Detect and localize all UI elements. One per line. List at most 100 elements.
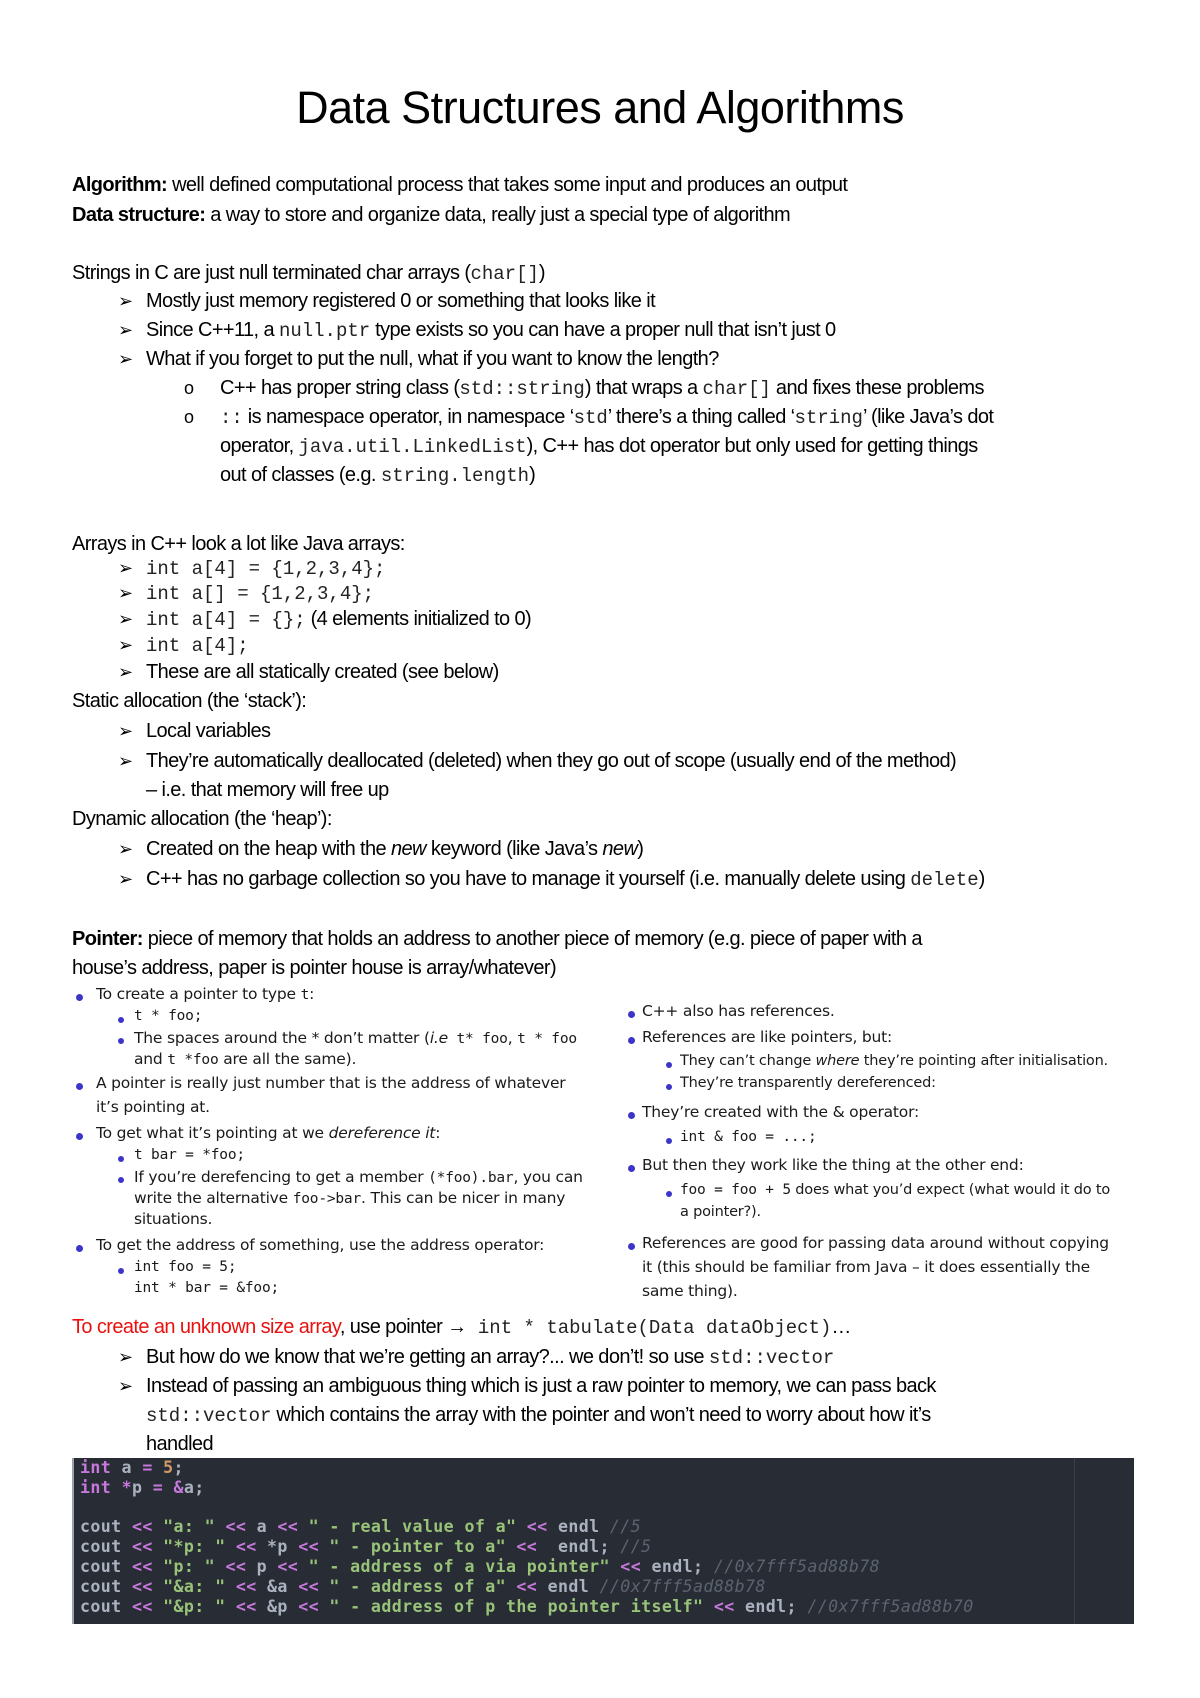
code-var: a — [246, 1517, 278, 1536]
slide-item: C++ also has references. — [642, 1002, 835, 1020]
arrow-bullet-icon: ➢ — [118, 1347, 134, 1367]
code-cout: cout — [80, 1597, 122, 1616]
inline-code: int a[4] = {1,2,3,4}; — [146, 558, 386, 580]
code-operator: << — [298, 1577, 330, 1596]
definition-text: well defined computational process that … — [167, 174, 848, 196]
emphasis: new — [602, 838, 638, 860]
text: is namespace operator, in namespace ‘ — [242, 406, 574, 428]
code-string: " - address of a via pointer" — [308, 1557, 610, 1576]
slide-item: To get the address of something, use the… — [96, 1236, 545, 1254]
document-page: Data Structures and Algorithms Algorithm… — [0, 0, 1200, 1698]
arrow-bullet-icon: ➢ — [118, 1376, 134, 1396]
code-var: a — [111, 1458, 143, 1477]
text: , — [507, 1029, 518, 1047]
term-algorithm: Algorithm: — [72, 174, 168, 196]
slide-subitem-continued: write the alternative foo->bar. This can… — [134, 1189, 565, 1207]
editor-gutter-line — [1074, 1458, 1075, 1624]
code-number: 5 — [163, 1458, 174, 1477]
right-arrow-icon: → — [447, 1316, 467, 1338]
text: C++ has no garbage collection so you hav… — [146, 868, 911, 890]
text: : — [309, 985, 315, 1003]
bullet-dot-icon — [76, 994, 83, 1001]
code-comment: //5 — [609, 1537, 652, 1556]
code-var: *p — [256, 1537, 299, 1556]
slide-item-continued: it’s pointing at. — [96, 1098, 210, 1116]
list-item: But how do we know that we’re getting an… — [146, 1346, 834, 1369]
bullet-dot-icon — [628, 1112, 635, 1119]
code-cout: cout — [80, 1537, 122, 1556]
bullet-dot-icon — [628, 1011, 635, 1018]
code-operator: << — [609, 1557, 642, 1576]
pointer-definition-continued: house’s address, paper is pointer house … — [72, 957, 557, 979]
page-title: Data Structures and Algorithms — [296, 82, 904, 133]
slide-subitem: t * foo; — [134, 1008, 203, 1024]
list-item: int a[4] = {1,2,3,4}; — [146, 557, 385, 580]
arrow-bullet-icon: ➢ — [118, 721, 134, 741]
code-operator: = — [142, 1458, 153, 1477]
text: ) — [529, 464, 536, 486]
list-item: These are all statically created (see be… — [146, 661, 499, 683]
list-item: What if you forget to put the null, what… — [146, 348, 719, 370]
bullet-dot-icon — [666, 1191, 672, 1197]
code-string: " - pointer to a" — [329, 1537, 507, 1556]
code-endl: endl; — [641, 1557, 704, 1576]
slide-subitem: The spaces around the * don’t matter (i.… — [134, 1029, 577, 1047]
bullet-dot-icon — [118, 1177, 124, 1183]
text: which contains the array with the pointe… — [271, 1404, 931, 1426]
code-endl: endl — [547, 1517, 600, 1536]
code-operator: << — [506, 1577, 538, 1596]
inline-code: std::vector — [146, 1405, 272, 1427]
inline-code: t * foo — [517, 1031, 577, 1047]
text: (4 elements initialized to 0) — [305, 608, 532, 630]
code-operator: << — [703, 1597, 735, 1616]
inline-code: int * tabulate(Data dataObject) — [466, 1317, 832, 1339]
code-operator: << — [225, 1597, 257, 1616]
bullet-dot-icon — [118, 1038, 124, 1044]
arrow-bullet-icon: ➢ — [118, 751, 134, 771]
arrow-bullet-icon: ➢ — [118, 583, 134, 603]
strings-heading: Strings in C are just null terminated ch… — [72, 262, 546, 285]
code-var: &p — [256, 1597, 299, 1616]
text: But how do we know that we’re getting an… — [146, 1346, 709, 1368]
code-operator: << — [121, 1517, 164, 1536]
inline-code: int a[4] = {}; — [146, 609, 306, 631]
list-item-continued: – i.e. that memory will free up — [146, 779, 389, 801]
list-subitem: C++ has proper string class (std::string… — [220, 377, 984, 400]
text: ) that wraps a — [584, 377, 703, 399]
inline-code: char[] — [702, 378, 771, 400]
text: and fixes these problems — [770, 377, 985, 399]
inline-code: t* foo — [447, 1031, 508, 1047]
highlighted-text: To create an unknown size array — [72, 1316, 340, 1338]
code-comment: //5 — [599, 1517, 642, 1536]
slide-item: To get what it’s pointing at we derefere… — [96, 1124, 440, 1142]
inline-code: int a[4]; — [146, 635, 249, 657]
inline-code: delete — [910, 869, 979, 891]
code-string: "*p: " — [163, 1537, 226, 1556]
text: . This can be nicer in many — [360, 1189, 566, 1207]
bullet-dot-icon — [666, 1084, 672, 1090]
slide-subitem-continued: and t *foo are all the same). — [134, 1050, 356, 1068]
inline-code: t — [300, 987, 310, 1003]
text: piece of memory that holds an address to… — [142, 928, 923, 950]
inline-code: std::vector — [708, 1347, 835, 1369]
definition-text: a way to store and organize data, really… — [205, 204, 791, 226]
text: , use pointer — [339, 1316, 448, 1338]
text: … — [831, 1316, 851, 1338]
code-endl: endl — [537, 1577, 590, 1596]
text: To get what it’s pointing at we — [96, 1124, 329, 1142]
code-operator: << — [298, 1537, 330, 1556]
text: ’ (like Java’s dot — [862, 406, 994, 428]
emphasis: i.e — [429, 1029, 448, 1047]
arrow-bullet-icon: ➢ — [118, 662, 134, 682]
code-keyword: int — [80, 1478, 112, 1497]
code-string: "a: " — [163, 1517, 216, 1536]
slide-item-continued: it (this should be familiar from Java – … — [642, 1258, 1090, 1276]
code-line: cout << "&a: " << &a << " - address of a… — [80, 1577, 766, 1596]
code-endl: endl; — [734, 1597, 797, 1616]
code-operator: << — [225, 1537, 257, 1556]
list-item-continued: handled — [146, 1433, 214, 1455]
list-item: Since C++11, a null.ptr type exists so y… — [146, 319, 836, 342]
code-line: cout << "a: " << a << " - real value of … — [80, 1517, 641, 1536]
